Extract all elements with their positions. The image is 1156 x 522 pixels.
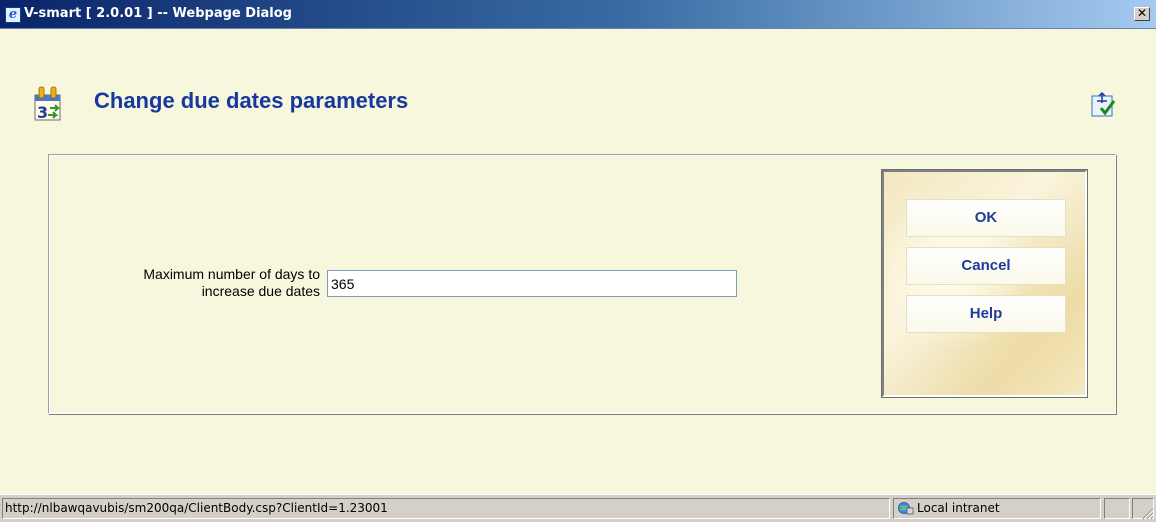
page-title: Change due dates parameters <box>94 88 409 113</box>
cancel-button[interactable]: Cancel <box>906 247 1066 285</box>
ok-button[interactable]: OK <box>906 199 1066 237</box>
label-line-1: Maximum number of days to <box>143 266 320 282</box>
label-line-2: increase due dates <box>201 283 320 299</box>
status-zone: Local intranet <box>893 498 1101 519</box>
intranet-icon <box>898 502 914 515</box>
close-button[interactable]: ✕ <box>1134 7 1150 21</box>
status-pane-empty <box>1104 498 1130 519</box>
max-days-label: Maximum number of days to increase due d… <box>70 266 320 300</box>
status-url-text: http://nlbawqavubis/sm200qa/ClientBody.c… <box>5 501 388 515</box>
max-days-input[interactable] <box>327 270 737 297</box>
status-bar: http://nlbawqavubis/sm200qa/ClientBody.c… <box>0 494 1156 522</box>
status-url: http://nlbawqavubis/sm200qa/ClientBody.c… <box>2 498 890 519</box>
status-zone-text: Local intranet <box>917 501 1000 515</box>
accept-icon[interactable] <box>1091 92 1117 118</box>
close-icon[interactable]: ✕ <box>1137 6 1147 20</box>
dialog-titlebar: e V-smart [ 2.0.01 ] -- Webpage Dialog ✕ <box>0 0 1156 29</box>
calendar-icon: 3 <box>34 86 61 122</box>
window-title: V-smart [ 2.0.01 ] -- Webpage Dialog <box>24 6 292 21</box>
resize-grip-icon[interactable] <box>1140 506 1154 520</box>
help-button[interactable]: Help <box>906 295 1066 333</box>
button-panel: OK Cancel Help <box>881 169 1088 398</box>
svg-text:3: 3 <box>37 103 48 122</box>
ie-icon: e <box>5 7 21 23</box>
